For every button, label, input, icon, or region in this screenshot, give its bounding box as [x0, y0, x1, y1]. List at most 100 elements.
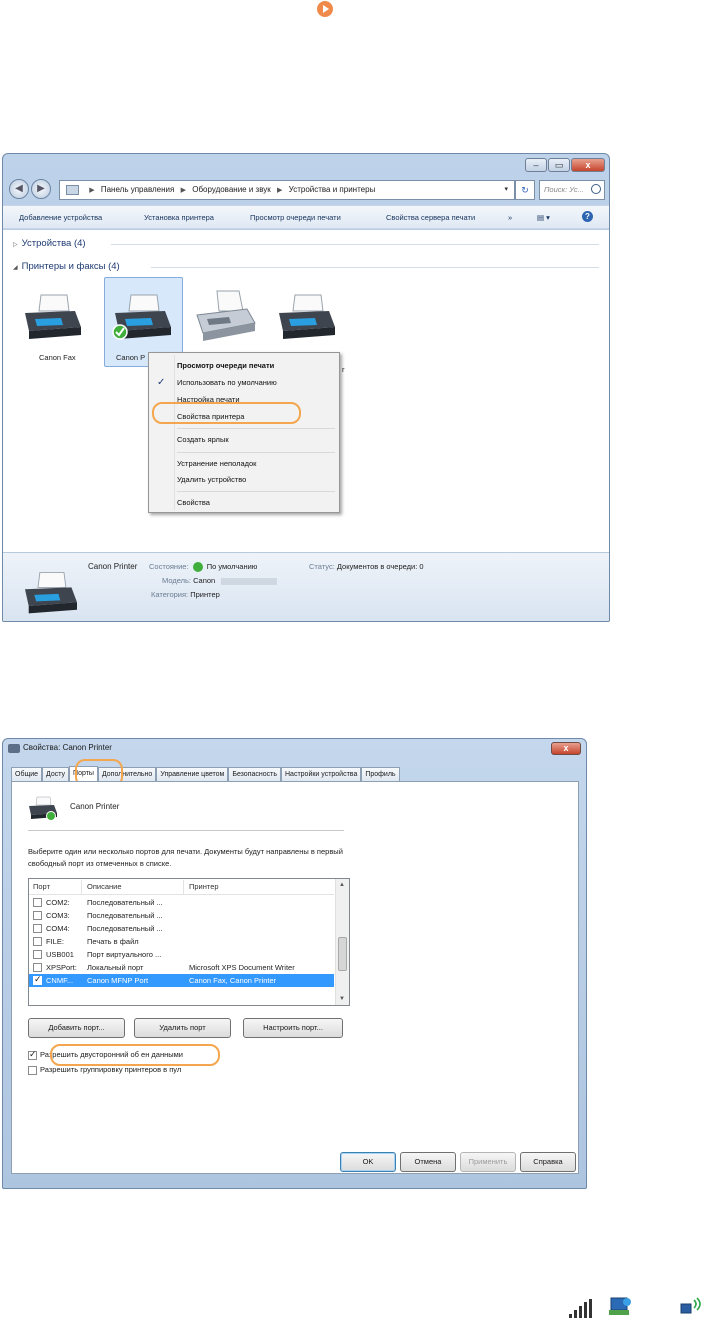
port-row[interactable]: CNMF... Canon MFNP Port Canon Fax, Canon P… [29, 974, 334, 987]
printer-name: Canon Printer [70, 802, 120, 811]
menu-item-troubleshoot[interactable]: Устранение неполадок [177, 459, 256, 468]
checkbox-label: Разрешить группировку принтеров в пул [40, 1065, 182, 1074]
menu-item-properties[interactable]: Свойства [177, 498, 210, 507]
search-icon [591, 184, 601, 194]
menu-item-create-shortcut[interactable]: Создать ярлык [177, 435, 229, 444]
port-row[interactable]: USB001 Порт виртуального ... [29, 948, 334, 961]
address-bar[interactable]: ▶ Панель управления ▶ Оборудование и зву… [59, 180, 515, 200]
port-desc: Последовательный ... [87, 911, 163, 920]
scroll-down-icon[interactable]: ▼ [339, 996, 345, 1002]
blurred-model [221, 577, 278, 585]
printer-label: Canon P [116, 353, 146, 362]
details-pane: Canon Printer Состояние: По умолчанию Ст… [3, 552, 609, 621]
printers-group-header[interactable]: ◢ Принтеры и факсы (4) [13, 261, 120, 272]
port-port: COM2: [46, 898, 70, 907]
port-port: CNMF... [46, 976, 74, 985]
column-printer[interactable]: Принтер [189, 882, 219, 891]
check-icon: ✓ [157, 377, 166, 388]
ports-list[interactable]: Порт Описание Принтер COM2: Последователь… [28, 878, 350, 1006]
tab-security[interactable]: Безопасность [228, 767, 281, 782]
printer-properties-dialog: Свойства: Canon Printer x Общие Досту По… [2, 738, 587, 1189]
port-port: USB001 [46, 950, 74, 959]
tab-sharing[interactable]: Досту [42, 767, 70, 782]
address-dropdown-icon[interactable]: ▾ [504, 181, 508, 199]
tab-profile[interactable]: Профиль [361, 767, 400, 782]
command-bar: Добавление устройства Установка принтера… [3, 205, 609, 229]
tab-general[interactable]: Общие [11, 767, 43, 782]
checkbox-unchecked[interactable] [33, 937, 42, 946]
port-desc: Последовательный ... [87, 898, 163, 907]
cancel-button[interactable]: Отмена [400, 1152, 456, 1172]
port-row[interactable]: FILE: Печать в файл [29, 935, 334, 948]
dialog-title: Свойства: Canon Printer [23, 743, 112, 752]
port-row[interactable]: XPSPort: Локальный порт Microsoft XPS Docu… [29, 961, 334, 974]
minimize-button[interactable]: – [525, 158, 547, 172]
menu-item-see-print-queue[interactable]: Просмотр очереди печати [177, 361, 274, 370]
column-port[interactable]: Порт [33, 882, 50, 891]
ok-button[interactable]: OK [340, 1152, 396, 1172]
checkbox-unchecked[interactable] [33, 911, 42, 920]
port-row[interactable]: COM3: Последовательный ... [29, 909, 334, 922]
apply-button[interactable]: Применить [460, 1152, 516, 1172]
refresh-icon[interactable]: ↻ [515, 180, 535, 200]
printer-icon[interactable] [111, 289, 175, 345]
printer-pooling-checkbox[interactable]: Разрешить группировку принтеров в пул [28, 1065, 181, 1075]
checkbox-unchecked[interactable] [33, 963, 42, 972]
context-menu: Просмотр очереди печати ✓ Использовать п… [148, 352, 340, 513]
close-button[interactable]: x [551, 742, 581, 755]
checkbox-unchecked[interactable] [33, 898, 42, 907]
maximize-button[interactable]: ▭ [548, 158, 570, 172]
back-icon[interactable]: ◀ [9, 179, 29, 199]
printer-icon[interactable] [21, 289, 85, 345]
help-button[interactable]: Справка [520, 1152, 576, 1172]
divider [151, 267, 599, 268]
breadcrumb-control-panel[interactable]: Панель управления [101, 185, 175, 194]
divider [28, 830, 344, 831]
scroll-up-icon[interactable]: ▲ [339, 882, 345, 888]
more-commands-button[interactable]: » [508, 213, 512, 222]
see-print-queue-button[interactable]: Просмотр очереди печати [250, 213, 341, 222]
printer-icon[interactable] [275, 289, 339, 345]
instructions-text: Выберите один или несколько портов для п… [28, 847, 343, 868]
checkbox-unchecked[interactable] [33, 924, 42, 933]
forward-icon[interactable]: ▶ [31, 179, 51, 199]
state-value: По умолчанию [206, 562, 258, 571]
tab-color-management[interactable]: Управление цветом [156, 767, 229, 782]
breadcrumb-devices[interactable]: Устройства и принтеры [289, 185, 376, 194]
configure-port-button[interactable]: Настроить порт... [243, 1018, 343, 1038]
checkbox-unchecked[interactable] [28, 1065, 37, 1075]
delete-port-button[interactable]: Удалить порт [134, 1018, 231, 1038]
printer-label: Canon Fax [39, 353, 76, 362]
add-printer-button[interactable]: Установка принтера [144, 213, 214, 222]
port-row[interactable]: COM4: Последовательный ... [29, 922, 334, 935]
folder-icon [66, 184, 79, 195]
menu-item-set-default[interactable]: Использовать по умолчанию [177, 378, 277, 387]
add-port-button[interactable]: Добавить порт... [28, 1018, 125, 1038]
menu-item-remove-device[interactable]: Удалить устройство [177, 475, 246, 484]
port-row[interactable]: COM2: Последовательный ... [29, 896, 334, 909]
checkbox-checked[interactable] [28, 1049, 37, 1060]
fax-icon[interactable] [193, 289, 257, 345]
printer-icon [8, 744, 20, 753]
vertical-scrollbar[interactable]: ▲ ▼ [335, 879, 349, 1005]
port-printer: Microsoft XPS Document Writer [189, 963, 295, 972]
printer-label: r [342, 365, 345, 374]
checkbox-checked[interactable] [33, 974, 42, 985]
scroll-thumb[interactable] [338, 937, 347, 971]
breadcrumb-hardware[interactable]: Оборудование и звук [192, 185, 271, 194]
model-key: Модель: [162, 576, 192, 585]
add-device-button[interactable]: Добавление устройства [19, 213, 102, 222]
column-description[interactable]: Описание [87, 882, 122, 891]
devices-group-header[interactable]: ▷ Устройства (4) [13, 238, 86, 249]
search-input[interactable]: Поиск: Ус... [539, 180, 605, 200]
change-view-button[interactable]: ▤ ▾ [537, 213, 550, 222]
printer-icon [26, 794, 60, 822]
print-server-properties-button[interactable]: Свойства сервера печати [386, 213, 475, 222]
menu-gutter [174, 355, 175, 510]
close-button[interactable]: x [571, 158, 605, 172]
help-icon[interactable]: ? [582, 211, 593, 222]
port-printer: Canon Fax, Canon Printer [189, 976, 277, 985]
menu-separator [177, 491, 335, 492]
checkbox-unchecked[interactable] [33, 950, 42, 959]
tab-device-settings[interactable]: Настройки устройства [281, 767, 362, 782]
